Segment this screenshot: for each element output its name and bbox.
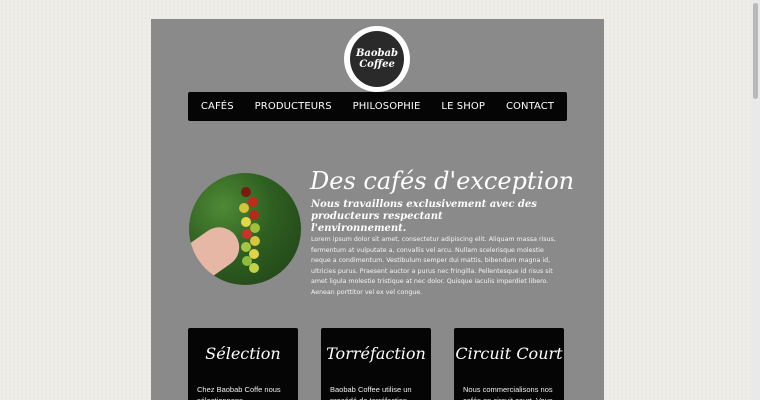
card-torrefaction[interactable]: Torréfaction Baobab Coffee utilise un pr… — [321, 328, 431, 400]
nav-item-cafes[interactable]: CAFÉS — [201, 101, 234, 112]
hero-subtitle: Nous travaillons exclusivement avec des … — [311, 199, 537, 234]
nav-item-le-shop[interactable]: LE SHOP — [441, 101, 485, 112]
card-circuit-court-title: Circuit Court — [455, 344, 563, 363]
card-selection-text: Chez Baobab Coffe nous sélectionnons rig… — [197, 385, 281, 400]
scrollbar-thumb[interactable] — [753, 3, 758, 99]
card-circuit-court[interactable]: Circuit Court Nous commercialisons nos c… — [454, 328, 564, 400]
logo-text-line1: Baobab — [355, 48, 399, 59]
content-panel: Baobab Coffee CAFÉS PRODUCTEURS PHILOSOP… — [151, 19, 604, 400]
vertical-scrollbar[interactable] — [751, 0, 760, 400]
nav-item-producteurs[interactable]: PRODUCTEURS — [255, 101, 332, 112]
card-circuit-court-text: Nous commercialisons nos cafés en circui… — [463, 385, 553, 400]
main-nav: CAFÉS PRODUCTEURS PHILOSOPHIE LE SHOP CO… — [188, 92, 567, 121]
coffee-cherries-image — [189, 173, 301, 285]
nav-item-philosophie[interactable]: PHILOSOPHIE — [353, 101, 421, 112]
nav-item-contact[interactable]: CONTACT — [506, 101, 554, 112]
hero-title: Des cafés d'exception — [310, 167, 575, 195]
logo-text-line2: Coffee — [359, 59, 395, 70]
card-selection-title: Sélection — [205, 344, 281, 363]
card-selection[interactable]: Sélection Chez Baobab Coffe nous sélecti… — [188, 328, 298, 400]
card-torrefaction-title: Torréfaction — [326, 344, 426, 363]
baobab-coffee-logo[interactable]: Baobab Coffee — [344, 26, 410, 92]
card-torrefaction-text: Baobab Coffee utilise un procédé de torr… — [330, 385, 412, 400]
hero-body-text: Lorem ipsum dolor sit amet, consectetur … — [311, 236, 556, 296]
hand-shape — [189, 219, 248, 285]
logo-text: Baobab Coffee — [344, 48, 410, 70]
